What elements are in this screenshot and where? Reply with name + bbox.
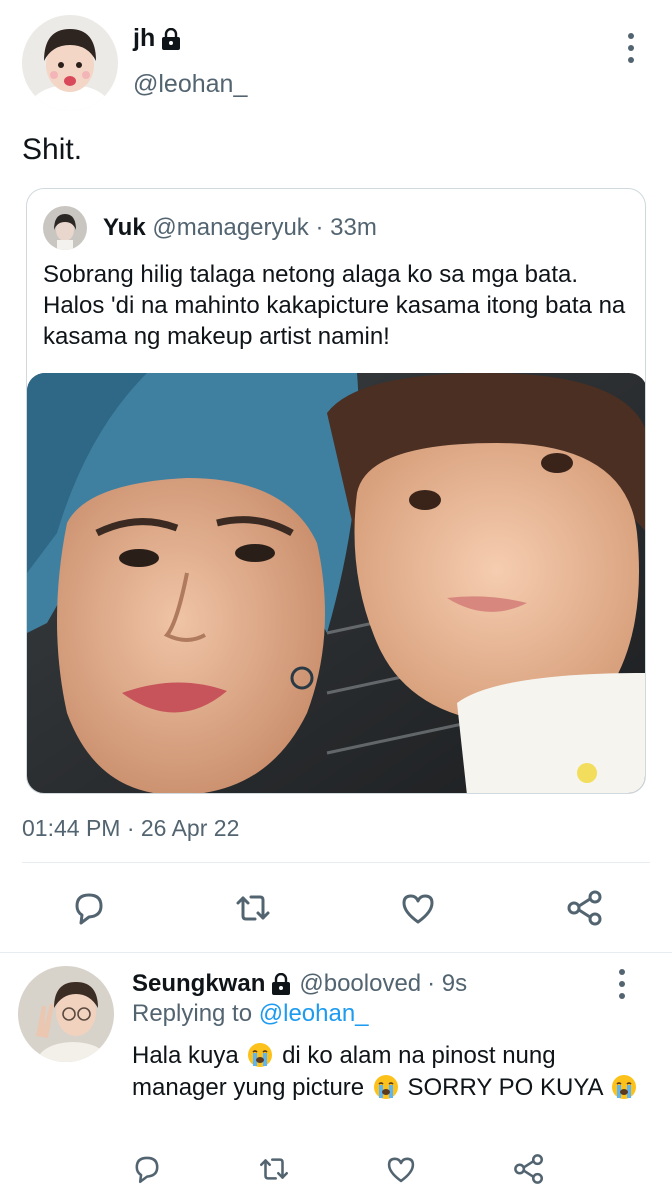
reply-handle[interactable]: @booloved [299, 970, 421, 998]
quoted-tweet-header: Yuk @manageryuk · 33m [103, 214, 377, 242]
replying-to-mention[interactable]: @leohan_ [259, 1000, 369, 1027]
more-vertical-icon[interactable] [621, 30, 641, 66]
quoted-handle[interactable]: @manageryuk [152, 214, 308, 241]
reply-text-part1: Hala kuya [132, 1042, 239, 1069]
loudly-crying-face-emoji [247, 1042, 273, 1068]
author-name-row: jh [133, 24, 181, 53]
retweet-icon[interactable] [233, 888, 273, 928]
quoted-display-name[interactable]: Yuk [103, 214, 146, 241]
reply-display-name[interactable]: Seungkwan [132, 970, 265, 998]
author-display-name[interactable]: jh [133, 24, 155, 53]
author-handle[interactable]: @leohan_ [133, 70, 247, 99]
share-icon[interactable] [512, 1152, 546, 1186]
retweet-icon[interactable] [257, 1152, 291, 1186]
heart-icon[interactable] [384, 1152, 418, 1186]
replying-to-label: Replying to [132, 1000, 253, 1027]
tweet-timestamp[interactable]: 01:44 PM · 26 Apr 22 [22, 815, 239, 842]
quoted-age: · 33m [315, 214, 377, 241]
share-icon[interactable] [565, 888, 605, 928]
replying-to-line: Replying to @leohan_ [132, 1000, 369, 1028]
quoted-tweet-card[interactable]: Yuk @manageryuk · 33m Sobrang hilig tala… [26, 188, 646, 794]
reply-author-name-row: Seungkwan @booloved · 9s [132, 970, 467, 998]
divider [0, 952, 672, 953]
reply-text: Hala kuya di ko alam na pinost nung mana… [132, 1040, 652, 1104]
loudly-crying-face-emoji [611, 1074, 637, 1100]
reply-age: · 9s [427, 970, 468, 997]
more-vertical-icon[interactable] [612, 966, 632, 1002]
lock-icon [161, 27, 181, 50]
reply-author-avatar[interactable] [18, 966, 114, 1062]
tweet-text: Shit. [22, 133, 83, 166]
reply-icon[interactable] [69, 888, 109, 928]
reply-text-part3: SORRY PO KUYA [407, 1074, 603, 1101]
quoted-author-avatar[interactable] [43, 206, 87, 250]
quoted-tweet-text: Sobrang hilig talaga netong alaga ko sa … [43, 261, 626, 350]
author-avatar[interactable] [22, 15, 118, 111]
heart-icon[interactable] [398, 888, 438, 928]
lock-icon [271, 973, 291, 995]
reply-icon[interactable] [130, 1152, 164, 1186]
loudly-crying-face-emoji [373, 1074, 399, 1100]
divider [22, 862, 650, 863]
quoted-tweet-photo[interactable] [27, 373, 645, 793]
